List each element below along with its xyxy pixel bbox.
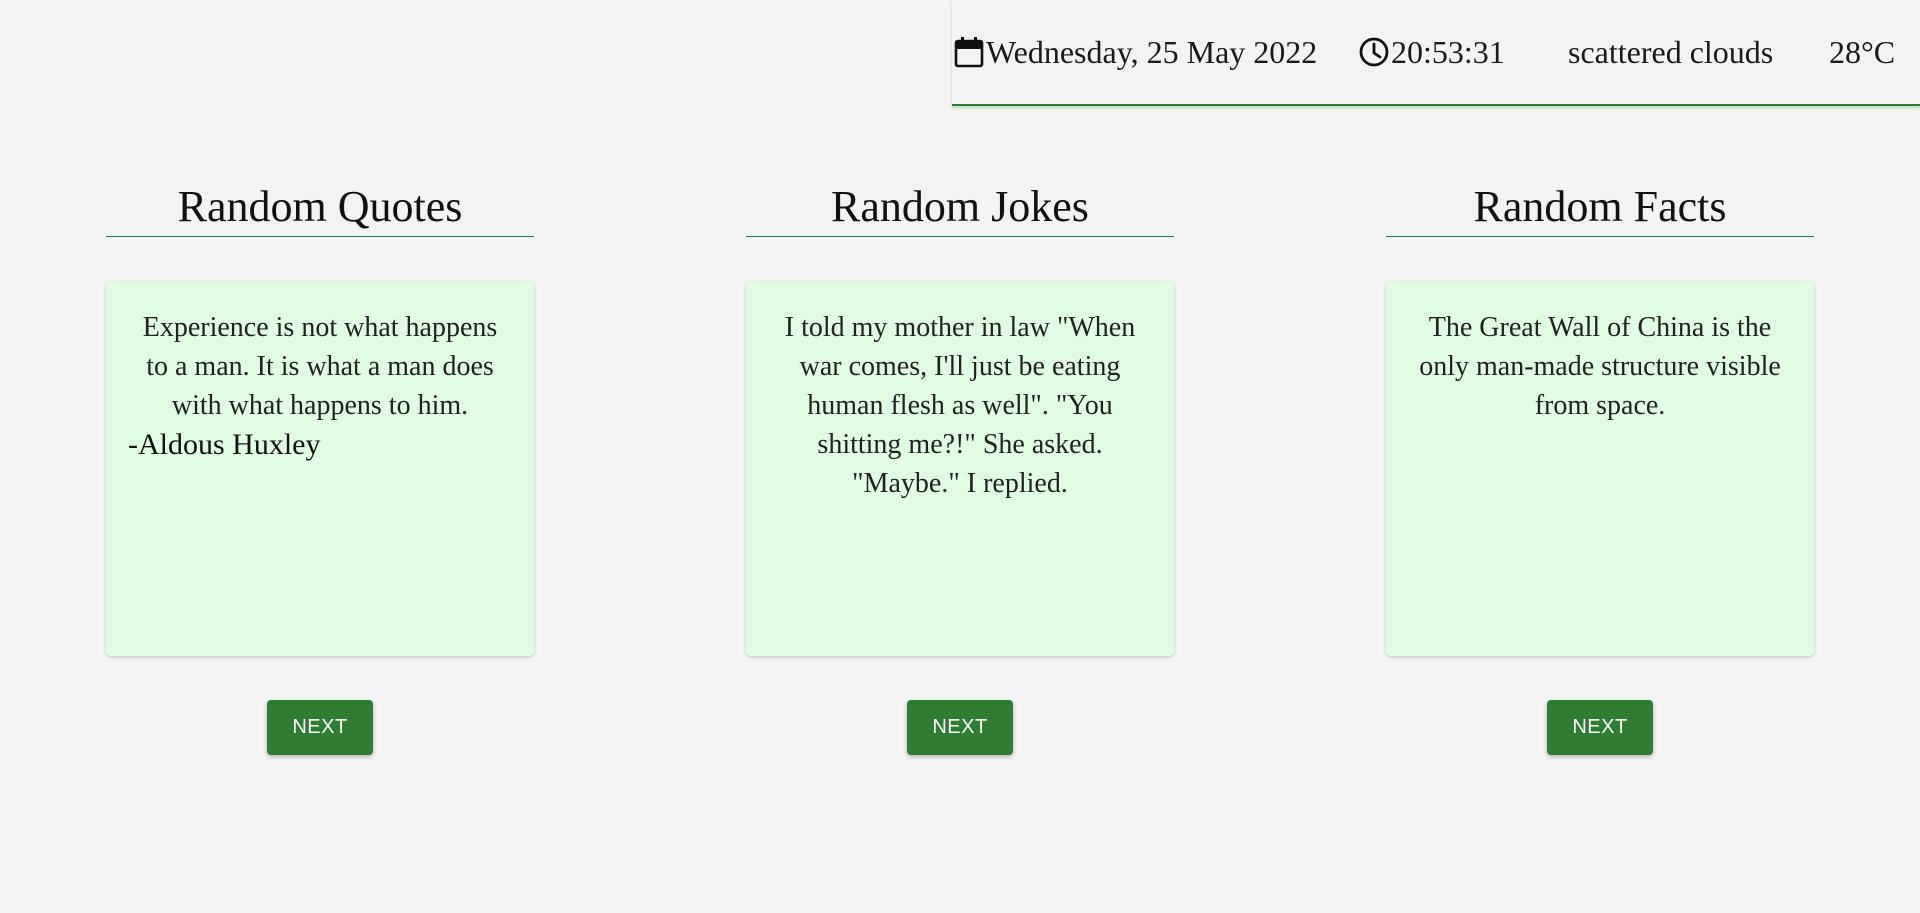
joke-text: I told my mother in law "When war comes,… xyxy=(784,312,1136,499)
facts-title: Random Facts xyxy=(1473,182,1727,231)
time-text: 20:53:31 xyxy=(1391,33,1505,70)
clock-icon xyxy=(1358,36,1390,68)
fact-text: The Great Wall of China is the only man-… xyxy=(1419,312,1781,421)
next-quote-button[interactable]: NEXT xyxy=(267,700,373,755)
temperature-display: 28°C xyxy=(1829,32,1895,72)
quotes-title: Random Quotes xyxy=(177,182,463,231)
weather-text: scattered clouds xyxy=(1568,33,1774,70)
weather-description: scattered clouds xyxy=(1568,32,1773,72)
calendar-icon xyxy=(954,36,984,68)
joke-card: I told my mother in law "When war comes,… xyxy=(746,281,1174,656)
quote-text: Experience is not what happens to a man.… xyxy=(142,312,498,421)
fact-card: The Great Wall of China is the only man-… xyxy=(1386,281,1814,656)
next-fact-button[interactable]: NEXT xyxy=(1547,700,1653,755)
quote-card: Experience is not what happens to a man.… xyxy=(106,281,534,656)
time-display: 20:53:31 xyxy=(1358,32,1505,72)
facts-title-divider xyxy=(1386,236,1814,237)
jokes-title: Random Jokes xyxy=(831,182,1089,231)
next-joke-button[interactable]: NEXT xyxy=(907,700,1013,755)
date-text: Wednesday, 25 May 2022 xyxy=(986,33,1318,70)
quote-author: -Aldous Huxley xyxy=(128,428,321,461)
temperature-text: 28°C xyxy=(1829,33,1896,70)
jokes-title-divider xyxy=(746,236,1174,237)
quotes-title-divider xyxy=(106,236,534,237)
date-display: Wednesday, 25 May 2022 xyxy=(954,32,1317,72)
